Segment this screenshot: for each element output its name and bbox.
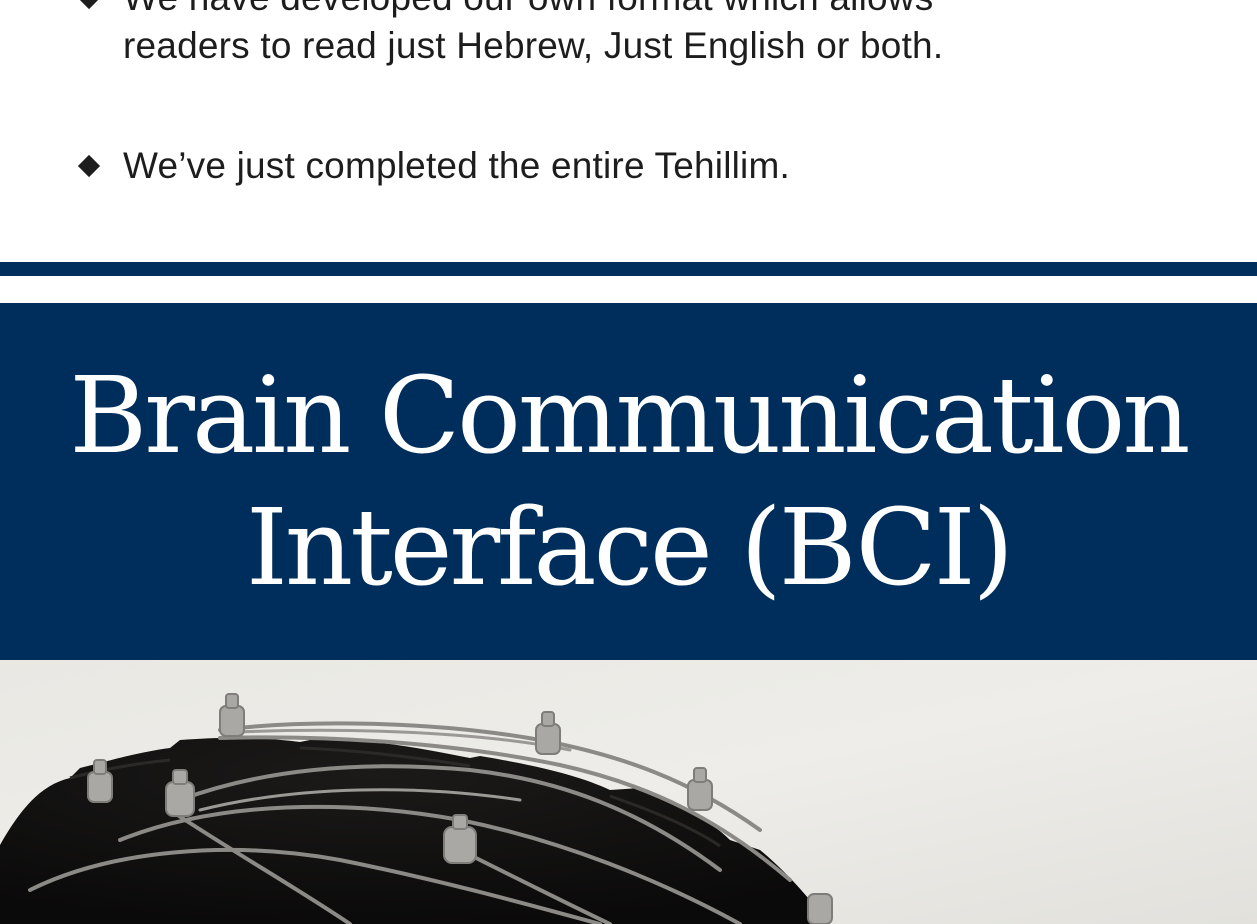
section-title-line: Interface (BCI): [246, 485, 1014, 609]
bullet-line: readers to read just Hebrew, Just Englis…: [123, 25, 944, 66]
bullet-text: We’ve just completed the entire Tehillim…: [123, 142, 790, 190]
section-title-line: Brain Communication: [69, 353, 1190, 477]
diamond-bullet-icon: [77, 154, 101, 178]
section-banner: Brain Communication Interface (BCI): [0, 303, 1257, 660]
bullet-text: We have developed our own format which a…: [123, 0, 943, 70]
eeg-cap-illustration: [0, 660, 1257, 924]
bullet-line: We’ve just completed the entire Tehillim…: [123, 145, 790, 186]
section-divider: [0, 262, 1257, 276]
eeg-cap-photo: [0, 660, 1257, 924]
bullet-line: We have developed our own format which a…: [123, 0, 943, 22]
electrode: [807, 893, 833, 924]
feature-bullet-list: We have developed our own format which a…: [0, 0, 1257, 262]
diamond-bullet-icon: [77, 0, 101, 10]
bullet-item-format: We have developed our own format which a…: [77, 0, 943, 70]
section-title: Brain Communication Interface (BCI): [14, 350, 1244, 614]
bullet-item-tehillim: We’ve just completed the entire Tehillim…: [77, 142, 790, 190]
